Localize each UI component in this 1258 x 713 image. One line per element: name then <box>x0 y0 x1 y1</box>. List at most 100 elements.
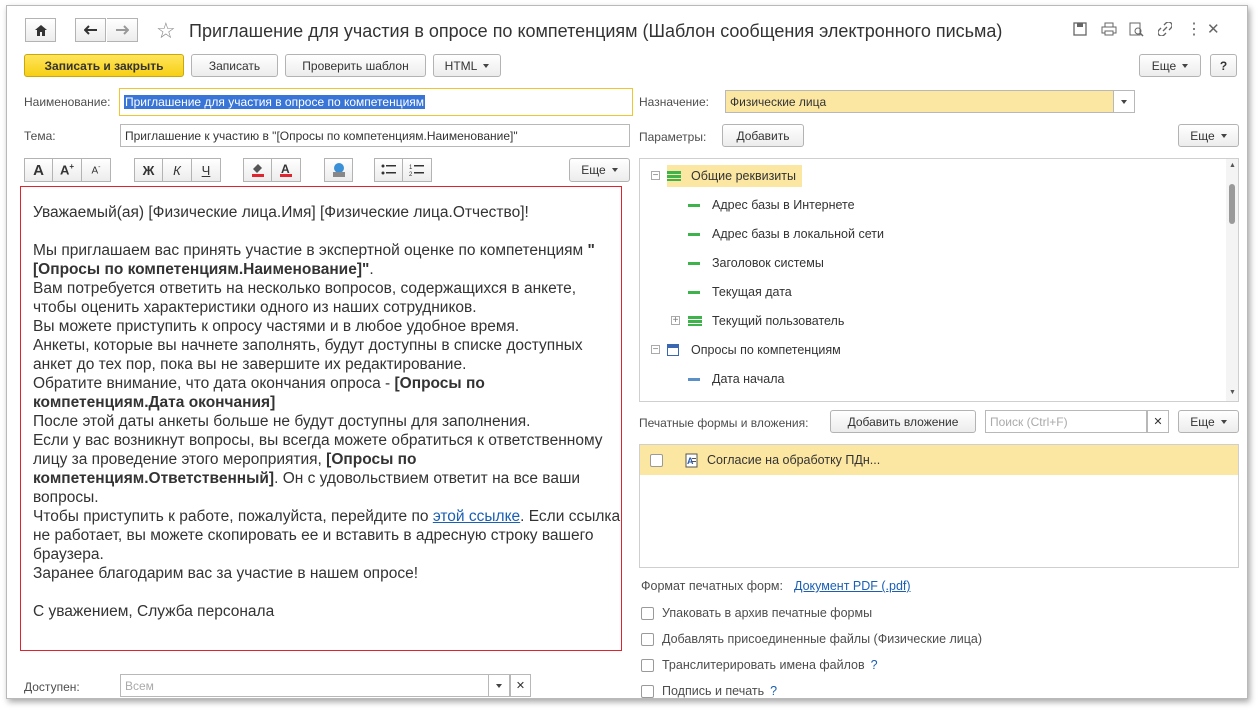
home-icon <box>34 24 47 36</box>
more-top-label: Еще <box>1151 58 1177 73</box>
underline-button[interactable]: Ч <box>192 158 221 182</box>
search-clear-button[interactable]: ✕ <box>1147 410 1169 433</box>
access-clear-button[interactable]: ✕ <box>510 674 531 697</box>
attachments-label: Печатные формы и вложения: <box>639 416 809 430</box>
attribute-icon <box>688 261 700 265</box>
document-icon: A <box>685 453 698 467</box>
image-icon <box>332 163 345 177</box>
survey-link[interactable]: этой ссылке <box>433 508 520 525</box>
attribute-icon <box>688 232 700 236</box>
forward-button[interactable] <box>107 18 138 42</box>
font-increase-button[interactable]: A+ <box>53 158 82 182</box>
check-template-button[interactable]: Проверить шаблон <box>285 54 426 77</box>
collapse-icon[interactable]: − <box>651 171 660 181</box>
access-field[interactable]: Всем <box>120 674 510 697</box>
font-increase-icon: A+ <box>59 162 75 178</box>
close-icon[interactable]: ✕ <box>1207 20 1220 38</box>
attachment-checkbox[interactable] <box>650 453 663 467</box>
attachments-more-button[interactable]: Еще <box>1178 410 1239 433</box>
help-button[interactable]: ? <box>1210 54 1237 77</box>
editor-paragraph: Мы приглашаем вас принять участие в эксп… <box>33 242 595 278</box>
save-button[interactable]: Записать <box>191 54 278 77</box>
format-row: Формат печатных форм: Документ PDF (.pdf… <box>641 579 911 593</box>
fill-color-button[interactable] <box>243 158 272 182</box>
bullet-list-icon <box>381 164 396 175</box>
attachment-search-input[interactable]: Поиск (Ctrl+F) <box>985 410 1147 433</box>
more-vertical-icon[interactable]: ⋮ <box>1186 19 1202 39</box>
name-field[interactable]: Приглашение для участия в опросе по комп… <box>119 88 633 116</box>
pack-archive-option[interactable]: Упаковать в архив печатные формы <box>641 606 872 620</box>
expand-icon[interactable]: + <box>671 316 680 326</box>
attachments-list[interactable]: A Согласие на обработку ПДн... <box>639 444 1239 568</box>
attachment-row[interactable]: A Согласие на обработку ПДн... <box>640 445 1238 475</box>
scroll-thumb[interactable] <box>1229 184 1235 224</box>
add-param-button[interactable]: Добавить <box>722 124 804 147</box>
chevron-down-icon <box>1121 99 1127 104</box>
clear-icon: ✕ <box>515 680 526 692</box>
transliterate-checkbox[interactable] <box>641 658 654 672</box>
purpose-dropdown-button[interactable] <box>1113 90 1135 113</box>
collapse-icon[interactable]: − <box>651 345 660 355</box>
search-placeholder: Поиск (Ctrl+F) <box>990 414 1068 429</box>
group-icon <box>667 171 681 181</box>
font-decrease-button[interactable]: A- <box>82 158 111 182</box>
link-icon[interactable] <box>1157 21 1173 39</box>
attribute-icon <box>688 377 700 381</box>
format-label: Формат печатных форм: <box>641 579 783 593</box>
text-color-button[interactable]: A <box>272 158 301 182</box>
favorite-star-icon[interactable]: ☆ <box>156 18 176 44</box>
tree-item[interactable]: Дата начала <box>688 368 784 390</box>
bullet-list-button[interactable] <box>374 158 403 182</box>
scroll-down-icon[interactable]: ▼ <box>1229 389 1236 396</box>
format-link[interactable]: Документ PDF (.pdf) <box>794 579 911 593</box>
font-normal-button[interactable]: A <box>24 158 53 182</box>
insert-image-button[interactable] <box>324 158 353 182</box>
italic-button[interactable]: К <box>163 158 192 182</box>
font-decrease-icon: A- <box>91 163 101 177</box>
preview-icon[interactable] <box>1129 22 1144 40</box>
purpose-label: Назначение: <box>639 95 710 109</box>
transliterate-help-icon[interactable]: ? <box>871 658 878 672</box>
add-attachment-button[interactable]: Добавить вложение <box>830 410 976 433</box>
pack-archive-checkbox[interactable] <box>641 606 654 620</box>
transliterate-label: Транслитерировать имена файлов <box>662 658 865 672</box>
tree-item[interactable]: Заголовок системы <box>688 252 824 274</box>
editor-more-button[interactable]: Еще <box>569 158 630 182</box>
params-tree[interactable]: − Общие реквизиты Адрес базы в Интернете… <box>639 158 1239 402</box>
tree-item[interactable]: Опросы по компетенциям <box>667 339 841 361</box>
bold-button[interactable]: Ж <box>134 158 163 182</box>
editor-greeting: Уважаемый(ая) [Физические лица.Имя] [Физ… <box>33 204 529 221</box>
access-dropdown-button[interactable] <box>488 674 510 697</box>
home-button[interactable] <box>25 18 56 42</box>
tree-scrollbar[interactable]: ▲ ▼ <box>1226 159 1238 401</box>
message-editor[interactable]: Уважаемый(ая) [Физические лица.Имя] [Физ… <box>20 186 622 651</box>
more-top-button[interactable]: Еще <box>1139 54 1201 77</box>
back-button[interactable] <box>75 18 106 42</box>
tree-item[interactable]: Текущий пользователь <box>688 310 844 332</box>
save-close-button[interactable]: Записать и закрыть <box>24 54 184 77</box>
sign-stamp-option[interactable]: Подпись и печать ? <box>641 684 777 698</box>
tree-item-label: Общие реквизиты <box>691 169 796 183</box>
sign-stamp-help-icon[interactable]: ? <box>770 684 777 698</box>
scroll-up-icon[interactable]: ▲ <box>1229 162 1236 169</box>
params-more-button[interactable]: Еще <box>1178 124 1239 147</box>
access-label: Доступен: <box>24 680 80 694</box>
print-icon[interactable] <box>1101 22 1117 39</box>
html-dropdown[interactable]: HTML <box>433 54 501 77</box>
sign-stamp-checkbox[interactable] <box>641 684 654 698</box>
tree-item[interactable]: Адрес базы в Интернете <box>688 194 855 216</box>
tree-item-label: Адрес базы в Интернете <box>712 198 855 212</box>
transliterate-option[interactable]: Транслитерировать имена файлов ? <box>641 658 878 672</box>
purpose-field[interactable]: Физические лица <box>725 90 1115 113</box>
arrow-right-icon <box>116 25 129 35</box>
numbered-list-button[interactable]: 12 <box>403 158 432 182</box>
tree-item-general[interactable]: Общие реквизиты <box>667 165 802 187</box>
add-attached-checkbox[interactable] <box>641 632 654 646</box>
subject-field[interactable]: Приглашение к участию в "[Опросы по комп… <box>120 124 630 147</box>
tree-item-label: Опросы по компетенциям <box>691 343 841 357</box>
svg-text:1: 1 <box>409 165 413 171</box>
save-disk-icon[interactable] <box>1073 22 1087 39</box>
tree-item[interactable]: Адрес базы в локальной сети <box>688 223 884 245</box>
tree-item[interactable]: Текущая дата <box>688 281 792 303</box>
add-attached-option[interactable]: Добавлять присоединенные файлы (Физическ… <box>641 632 982 646</box>
